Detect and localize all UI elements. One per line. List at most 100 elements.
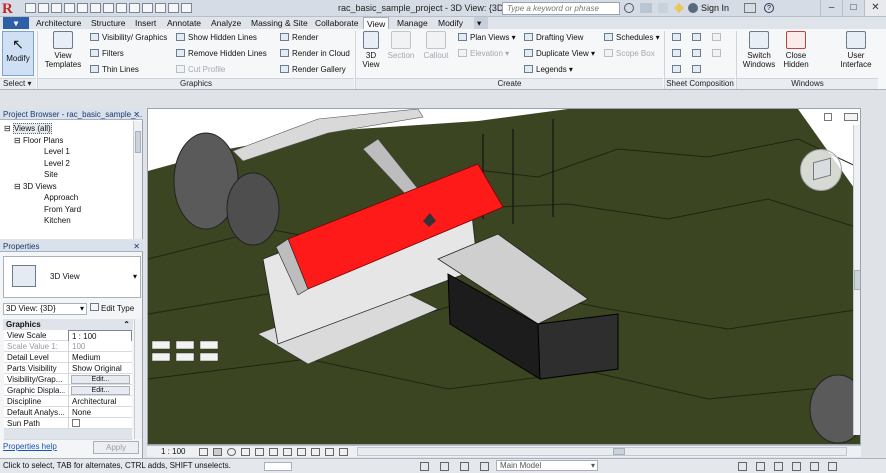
ribbon-minimize-button[interactable]: ▾ bbox=[474, 17, 488, 29]
filters-button[interactable]: Filters bbox=[90, 49, 124, 59]
select-by-face-icon[interactable] bbox=[792, 462, 801, 471]
detail-level-icon[interactable] bbox=[199, 448, 208, 456]
application-menu-button[interactable]: ▾ bbox=[3, 17, 29, 29]
property-row[interactable]: Graphic Displa... Edit... bbox=[4, 385, 132, 396]
properties-scrollbar[interactable] bbox=[134, 319, 142, 439]
shadows-icon[interactable] bbox=[241, 448, 250, 456]
render-button[interactable]: Render bbox=[280, 33, 318, 43]
help-icon[interactable]: ? bbox=[764, 3, 774, 13]
tab-architecture[interactable]: Architecture bbox=[33, 17, 84, 29]
matchline-button[interactable] bbox=[712, 33, 724, 43]
tab-structure[interactable]: Structure bbox=[88, 17, 129, 29]
schedules-button[interactable]: Schedules ▾ bbox=[604, 33, 660, 43]
analytical-model-icon[interactable] bbox=[339, 448, 348, 456]
user-icon[interactable] bbox=[688, 3, 698, 13]
show-crop-icon[interactable] bbox=[283, 448, 292, 456]
3d-view-button[interactable]: 3D View bbox=[359, 31, 383, 69]
section-icon[interactable] bbox=[142, 3, 153, 13]
rendering-icon[interactable] bbox=[255, 448, 264, 456]
search-icon[interactable] bbox=[624, 3, 634, 13]
restore-icon[interactable] bbox=[844, 113, 858, 121]
filter-icon[interactable] bbox=[828, 462, 837, 471]
save-icon[interactable] bbox=[38, 3, 49, 13]
property-row[interactable]: View Scale 1 : 100 bbox=[4, 330, 132, 343]
tree-item-3d-views[interactable]: ⊟ 3D Views bbox=[4, 181, 130, 193]
sheet-button[interactable] bbox=[672, 33, 684, 43]
tree-item-kitchen[interactable]: Kitchen bbox=[4, 215, 130, 227]
3d-view-canvas[interactable] bbox=[147, 108, 861, 445]
switch-windows-icon[interactable] bbox=[181, 3, 192, 13]
identity-group-header[interactable] bbox=[4, 429, 132, 440]
lock-view-icon[interactable] bbox=[297, 448, 306, 456]
property-value[interactable]: Medium bbox=[68, 352, 132, 363]
section-button[interactable]: Section bbox=[386, 31, 416, 60]
select-pinned-icon[interactable] bbox=[774, 462, 783, 471]
print-icon[interactable] bbox=[77, 3, 88, 13]
revisions-button[interactable] bbox=[692, 49, 704, 59]
select-underlay-icon[interactable] bbox=[756, 462, 765, 471]
crop-view-icon[interactable] bbox=[269, 448, 278, 456]
property-row[interactable]: Sun Path bbox=[4, 418, 132, 430]
text-icon[interactable] bbox=[116, 3, 127, 13]
visual-style-icon[interactable] bbox=[213, 448, 222, 456]
revit-logo-icon[interactable]: R bbox=[2, 1, 22, 17]
view-reference-button[interactable] bbox=[712, 49, 724, 59]
instance-filter-select[interactable]: 3D View: {3D} ▾ bbox=[3, 303, 87, 315]
tree-item-site[interactable]: Site bbox=[4, 169, 130, 181]
edit-button[interactable]: Edit... bbox=[71, 386, 130, 395]
property-row[interactable]: Discipline Architectural bbox=[4, 396, 132, 407]
design-options-icon[interactable] bbox=[440, 462, 449, 471]
drafting-view-button[interactable]: Drafting View bbox=[524, 33, 583, 43]
view-scale-control[interactable]: 1 : 100 bbox=[161, 446, 185, 457]
tree-item-views-all[interactable]: ⊟ Views (all) bbox=[4, 123, 130, 135]
home-icon[interactable] bbox=[824, 113, 832, 121]
property-row[interactable]: Detail Level Medium bbox=[4, 352, 132, 363]
search-input[interactable]: Type a keyword or phrase bbox=[502, 2, 620, 15]
windows-panel-title[interactable]: Windows bbox=[737, 78, 878, 89]
subscription-icon[interactable] bbox=[640, 3, 652, 13]
tree-item-level-1[interactable]: Level 1 bbox=[4, 146, 130, 158]
elevation-button[interactable]: Elevation ▾ bbox=[458, 49, 509, 59]
close-icon[interactable]: ✕ bbox=[133, 109, 140, 120]
viewcube[interactable] bbox=[800, 149, 842, 191]
viewcube-face-icon[interactable] bbox=[813, 157, 831, 181]
redo-icon[interactable] bbox=[64, 3, 75, 13]
drag-elements-icon[interactable] bbox=[810, 462, 819, 471]
sun-path-checkbox[interactable] bbox=[72, 419, 80, 427]
exchange-apps-icon[interactable] bbox=[744, 3, 756, 13]
dimension-icon[interactable] bbox=[103, 3, 114, 13]
type-selector[interactable]: 3D View ▾ bbox=[3, 256, 141, 298]
visibility-graphics-button[interactable]: Visibility/ Graphics bbox=[90, 33, 167, 43]
sun-path-icon[interactable] bbox=[227, 448, 236, 456]
measure-icon[interactable] bbox=[90, 3, 101, 13]
edit-button[interactable]: Edit... bbox=[71, 375, 130, 384]
thin-lines-button[interactable]: Thin Lines bbox=[90, 65, 139, 75]
sheet-composition-panel-title[interactable]: Sheet Composition bbox=[665, 78, 735, 89]
temporary-hide-icon[interactable] bbox=[311, 448, 320, 456]
render-in-cloud-button[interactable]: Render in Cloud bbox=[280, 49, 350, 59]
place-view-button[interactable] bbox=[672, 49, 684, 59]
undo-icon[interactable] bbox=[51, 3, 62, 13]
plan-views-button[interactable]: Plan Views ▾ bbox=[458, 33, 516, 43]
close-hidden-button[interactable]: Close Hidden bbox=[780, 31, 812, 69]
duplicate-view-button[interactable]: Duplicate View ▾ bbox=[524, 49, 595, 59]
thin-lines-icon[interactable] bbox=[155, 3, 166, 13]
viewport-horizontal-scrollbar[interactable] bbox=[357, 447, 847, 456]
property-row[interactable]: Default Analys... None bbox=[4, 407, 132, 418]
tab-analyze[interactable]: Analyze bbox=[208, 17, 244, 29]
property-value[interactable]: Show Original bbox=[68, 363, 132, 374]
scroll-thumb[interactable] bbox=[135, 131, 141, 153]
tab-massing-site[interactable]: Massing & Site bbox=[248, 17, 311, 29]
tab-annotate[interactable]: Annotate bbox=[164, 17, 204, 29]
modify-button[interactable]: ↖ Modify bbox=[2, 31, 34, 76]
reveal-hidden-icon[interactable] bbox=[325, 448, 334, 456]
sign-in-link[interactable]: Sign In bbox=[701, 3, 729, 13]
callout-button[interactable]: Callout bbox=[420, 31, 452, 60]
scope-box-button[interactable]: Scope Box bbox=[604, 49, 655, 59]
guide-grid-button[interactable] bbox=[672, 65, 684, 75]
title-block-button[interactable] bbox=[692, 33, 704, 43]
tab-manage[interactable]: Manage bbox=[394, 17, 431, 29]
tab-modify[interactable]: Modify bbox=[435, 17, 466, 29]
communication-icon[interactable] bbox=[658, 3, 668, 13]
property-value[interactable]: Architectural bbox=[68, 396, 132, 407]
